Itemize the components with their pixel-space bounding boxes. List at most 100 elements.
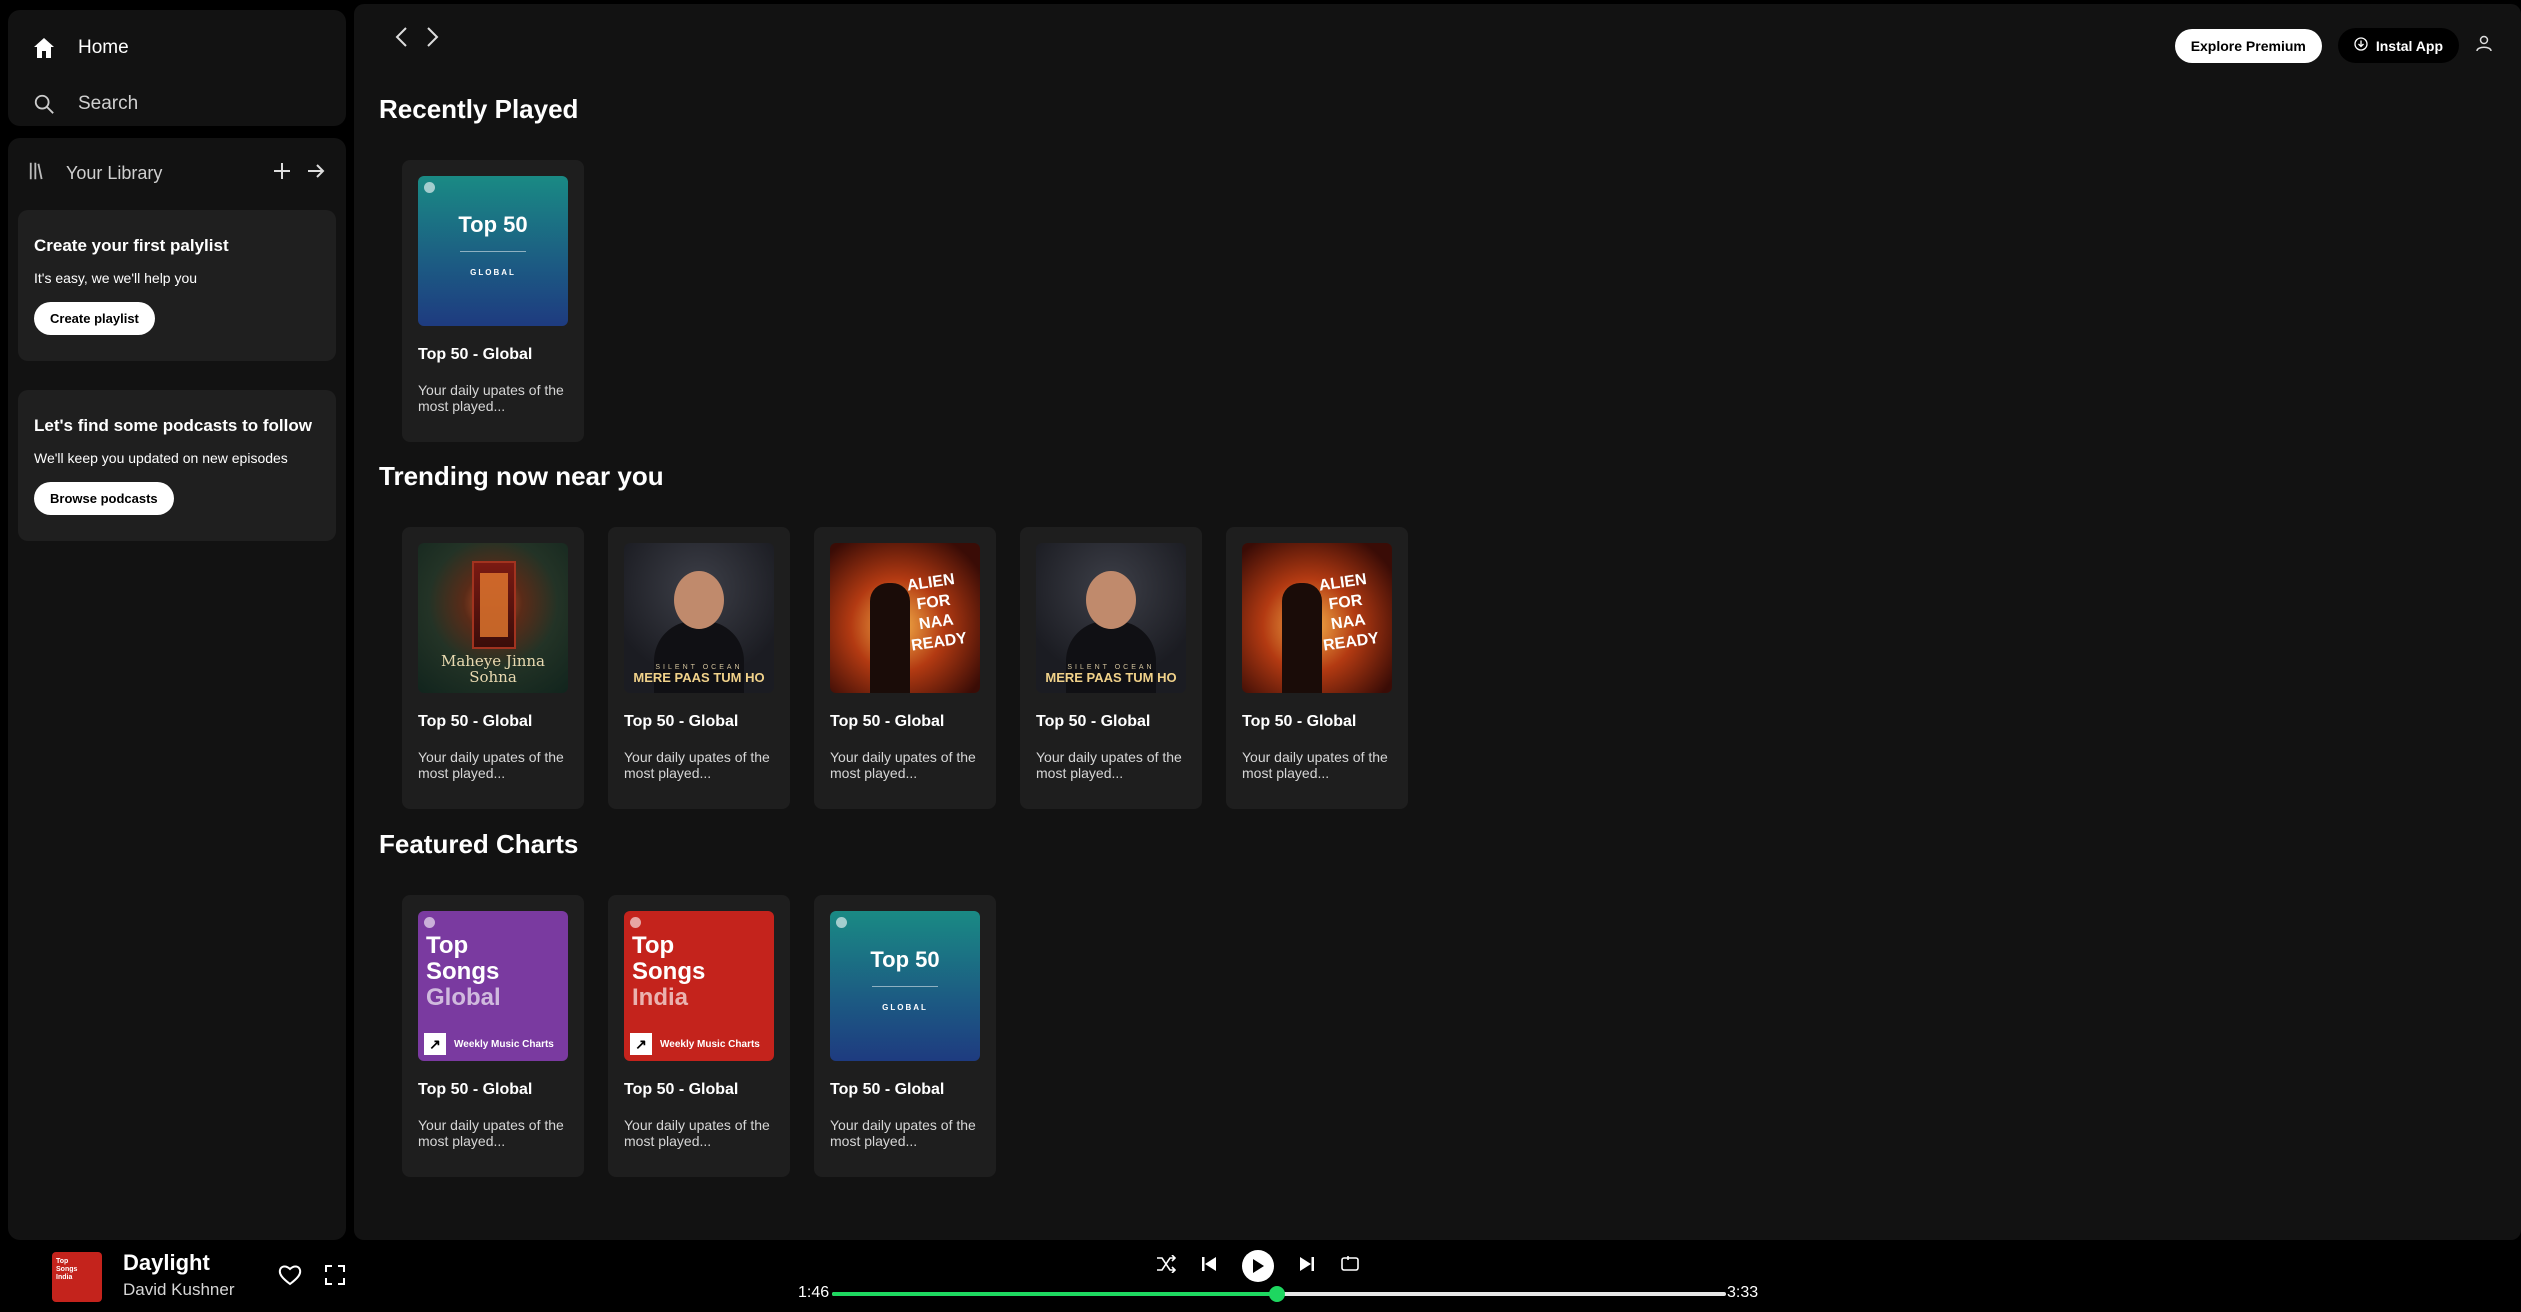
cover-text: Global bbox=[426, 984, 501, 1011]
card-desc: Your daily upates of the most played... bbox=[624, 1117, 770, 1149]
now-playing-artist[interactable]: David Kushner bbox=[123, 1280, 235, 1300]
cover-subtext: Weekly Music Charts bbox=[660, 1038, 760, 1050]
card-desc: Your daily upates of the most played... bbox=[418, 749, 564, 781]
playlist-card[interactable]: Maheye Jinna Sohna Top 50 - Global Your … bbox=[402, 527, 584, 809]
section-title-featured: Featured Charts bbox=[379, 829, 579, 859]
card-desc: Your daily upates of the most played... bbox=[1242, 749, 1388, 781]
section-title-recently-played: Recently Played bbox=[379, 94, 579, 124]
cover-subtext: Weekly Music Charts bbox=[454, 1038, 554, 1050]
nav-search-label: Search bbox=[78, 93, 139, 114]
playlist-card[interactable]: Top Songs Global ↗ Weekly Music Charts T… bbox=[402, 895, 584, 1177]
cover-text: Top 50 bbox=[458, 212, 528, 237]
install-app-label: Instal App bbox=[2375, 37, 2443, 54]
play-button[interactable] bbox=[1242, 1250, 1274, 1282]
nav-search[interactable]: Search bbox=[30, 90, 138, 118]
player-bar: Top Songs India Daylight David Kushner 1… bbox=[0, 1240, 2521, 1312]
cover-text: Songs bbox=[632, 958, 706, 985]
total-time: 3:33 bbox=[1727, 1284, 1759, 1301]
cover-top50: Top 50 GLOBAL bbox=[418, 176, 568, 326]
cover-maheye: Maheye Jinna Sohna bbox=[418, 543, 568, 693]
promo-title: Create your first palylist bbox=[34, 236, 229, 255]
spotify-icon bbox=[630, 917, 641, 928]
cover-subtext: GLOBAL bbox=[882, 1003, 928, 1012]
heart-icon[interactable] bbox=[278, 1264, 302, 1291]
previous-icon[interactable] bbox=[1200, 1255, 1218, 1278]
card-desc: Your daily upates of the most played... bbox=[830, 1117, 976, 1149]
cover-text: ALIEN FOR NAA READY bbox=[1317, 571, 1381, 655]
back-icon[interactable] bbox=[394, 26, 410, 53]
playlist-card[interactable]: Top 50 GLOBAL Top 50 - Global Your daily… bbox=[814, 895, 996, 1177]
next-icon[interactable] bbox=[1298, 1255, 1316, 1278]
card-desc: Your daily upates of the most played... bbox=[418, 1117, 564, 1149]
browse-podcasts-button[interactable]: Browse podcasts bbox=[34, 482, 174, 515]
nav-home[interactable]: Home bbox=[30, 34, 129, 62]
card-title: Top 50 - Global bbox=[1242, 713, 1357, 730]
now-playing-actions bbox=[278, 1264, 346, 1291]
main-content: Explore Premium Instal App Recently Play… bbox=[354, 4, 2521, 1240]
promo-title: Let's find some podcasts to follow bbox=[34, 416, 312, 435]
card-title: Top 50 - Global bbox=[418, 1081, 533, 1098]
card-desc: Your daily upates of the most played... bbox=[624, 749, 770, 781]
chart-arrow-icon: ↗ bbox=[630, 1033, 652, 1055]
card-title: Top 50 - Global bbox=[418, 713, 533, 730]
arrow-right-icon[interactable] bbox=[306, 161, 326, 186]
shuffle-icon[interactable] bbox=[1156, 1253, 1177, 1278]
forward-icon[interactable] bbox=[424, 26, 440, 53]
podcasts-promo: Let's find some podcasts to follow We'll… bbox=[18, 390, 336, 541]
recently-played-row: Top 50 GLOBAL Top 50 - Global Your daily… bbox=[402, 160, 584, 442]
progress-handle[interactable] bbox=[1269, 1286, 1286, 1302]
card-title: Top 50 - Global bbox=[624, 1081, 739, 1098]
spotify-icon bbox=[424, 917, 435, 928]
install-app-button[interactable]: Instal App bbox=[2337, 28, 2459, 63]
playlist-card[interactable]: ALIEN FOR NAA READY Top 50 - Global Your… bbox=[1226, 527, 1408, 809]
cover-text: Songs bbox=[426, 958, 500, 985]
now-playing-title[interactable]: Daylight bbox=[123, 1250, 210, 1276]
elapsed-time: 1:46 bbox=[798, 1284, 830, 1301]
card-title: Top 50 - Global bbox=[418, 346, 533, 363]
cover-rahat: SILENT OCEAN MERE PAAS TUM HO bbox=[1036, 543, 1186, 693]
playlist-card[interactable]: Top 50 GLOBAL Top 50 - Global Your daily… bbox=[402, 160, 584, 442]
cover-text: Top bbox=[632, 932, 675, 959]
fullscreen-icon[interactable] bbox=[324, 1264, 346, 1291]
cover-rahat: SILENT OCEAN MERE PAAS TUM HO bbox=[624, 543, 774, 693]
playlist-card[interactable]: ALIEN FOR NAA READY Top 50 - Global Your… bbox=[814, 527, 996, 809]
explore-premium-button[interactable]: Explore Premium bbox=[2174, 28, 2322, 63]
card-desc: Your daily upates of the most played... bbox=[418, 382, 564, 414]
chart-arrow-icon: ↗ bbox=[424, 1033, 446, 1055]
playlist-card[interactable]: SILENT OCEAN MERE PAAS TUM HO Top 50 - G… bbox=[608, 527, 790, 809]
cover-text: ALIEN FOR NAA READY bbox=[905, 571, 969, 655]
spotify-icon bbox=[424, 182, 435, 193]
app: Home Search Your Library Create your fir… bbox=[0, 0, 2521, 1312]
create-playlist-button[interactable]: Create playlist bbox=[34, 302, 155, 335]
search-icon bbox=[30, 90, 58, 118]
plus-icon[interactable] bbox=[272, 161, 292, 186]
promo-text: We'll keep you updated on new episodes bbox=[34, 450, 288, 466]
playlist-card[interactable]: Top Songs India ↗ Weekly Music Charts To… bbox=[608, 895, 790, 1177]
card-title: Top 50 - Global bbox=[624, 713, 739, 730]
user-icon[interactable] bbox=[2475, 34, 2493, 57]
progress-bar[interactable] bbox=[832, 1286, 1726, 1302]
cover-text: Maheye Jinna Sohna bbox=[440, 652, 546, 686]
play-icon bbox=[1253, 1259, 1264, 1273]
playback-controls bbox=[1156, 1250, 1360, 1282]
cover-text: India bbox=[632, 984, 689, 1011]
cover-fire: ALIEN FOR NAA READY bbox=[830, 543, 980, 693]
cover-top-songs-global: Top Songs Global ↗ Weekly Music Charts bbox=[418, 911, 568, 1061]
cover-fire: ALIEN FOR NAA READY bbox=[1242, 543, 1392, 693]
promo-text: It's easy, we we'll help you bbox=[34, 270, 198, 286]
featured-row: Top Songs Global ↗ Weekly Music Charts T… bbox=[402, 895, 996, 1177]
trending-row: Maheye Jinna Sohna Top 50 - Global Your … bbox=[402, 527, 1408, 809]
now-playing-art[interactable]: Top Songs India bbox=[52, 1252, 102, 1302]
download-icon bbox=[2354, 37, 2368, 54]
cover-text: MERE PAAS TUM HO bbox=[633, 670, 765, 685]
library-icon[interactable] bbox=[28, 160, 50, 187]
progress-fill bbox=[832, 1292, 1278, 1296]
playlist-card[interactable]: SILENT OCEAN MERE PAAS TUM HO Top 50 - G… bbox=[1020, 527, 1202, 809]
card-desc: Your daily upates of the most played... bbox=[1036, 749, 1182, 781]
card-title: Top 50 - Global bbox=[1036, 713, 1151, 730]
library-panel: Your Library Create your first palylist … bbox=[8, 138, 346, 1240]
repeat-icon[interactable] bbox=[1340, 1255, 1360, 1278]
home-icon bbox=[30, 34, 58, 62]
library-label[interactable]: Your Library bbox=[66, 163, 162, 184]
spotify-icon bbox=[836, 917, 847, 928]
